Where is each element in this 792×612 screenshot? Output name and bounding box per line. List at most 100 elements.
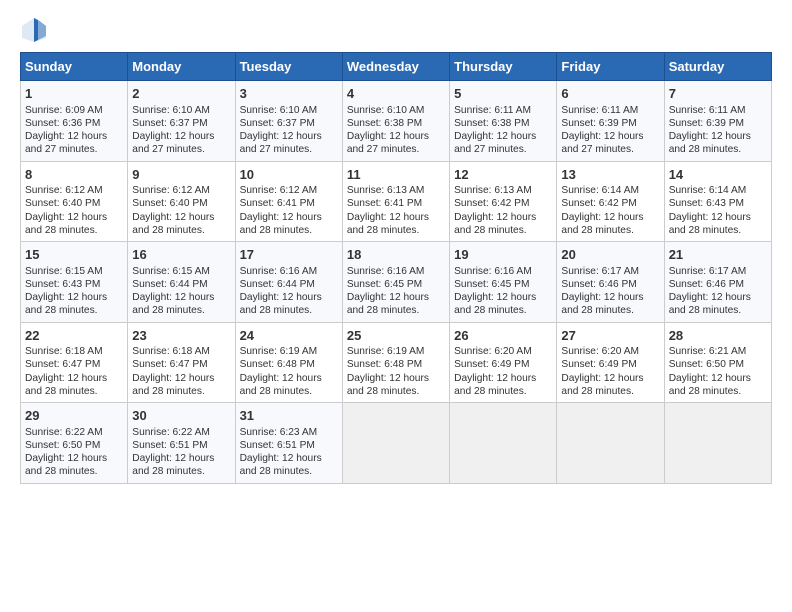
header-cell-sunday: Sunday	[21, 53, 128, 81]
cell-info: Sunrise: 6:12 AM Sunset: 6:41 PM Dayligh…	[240, 184, 338, 237]
calendar-cell: 18Sunrise: 6:16 AM Sunset: 6:45 PM Dayli…	[342, 242, 449, 323]
calendar-cell: 25Sunrise: 6:19 AM Sunset: 6:48 PM Dayli…	[342, 322, 449, 403]
day-number: 29	[25, 407, 123, 425]
day-number: 4	[347, 85, 445, 103]
calendar-cell: 6Sunrise: 6:11 AM Sunset: 6:39 PM Daylig…	[557, 81, 664, 162]
calendar-cell: 20Sunrise: 6:17 AM Sunset: 6:46 PM Dayli…	[557, 242, 664, 323]
calendar-cell: 14Sunrise: 6:14 AM Sunset: 6:43 PM Dayli…	[664, 161, 771, 242]
cell-info: Sunrise: 6:22 AM Sunset: 6:50 PM Dayligh…	[25, 426, 123, 479]
day-number: 20	[561, 246, 659, 264]
cell-info: Sunrise: 6:17 AM Sunset: 6:46 PM Dayligh…	[669, 265, 767, 318]
day-number: 16	[132, 246, 230, 264]
cell-info: Sunrise: 6:11 AM Sunset: 6:38 PM Dayligh…	[454, 104, 552, 157]
cell-info: Sunrise: 6:10 AM Sunset: 6:37 PM Dayligh…	[132, 104, 230, 157]
cell-info: Sunrise: 6:12 AM Sunset: 6:40 PM Dayligh…	[132, 184, 230, 237]
calendar-cell	[450, 403, 557, 484]
cell-info: Sunrise: 6:16 AM Sunset: 6:45 PM Dayligh…	[347, 265, 445, 318]
calendar-cell: 22Sunrise: 6:18 AM Sunset: 6:47 PM Dayli…	[21, 322, 128, 403]
calendar-cell: 24Sunrise: 6:19 AM Sunset: 6:48 PM Dayli…	[235, 322, 342, 403]
cell-info: Sunrise: 6:21 AM Sunset: 6:50 PM Dayligh…	[669, 345, 767, 398]
cell-info: Sunrise: 6:09 AM Sunset: 6:36 PM Dayligh…	[25, 104, 123, 157]
week-row-4: 22Sunrise: 6:18 AM Sunset: 6:47 PM Dayli…	[21, 322, 772, 403]
cell-info: Sunrise: 6:14 AM Sunset: 6:43 PM Dayligh…	[669, 184, 767, 237]
day-number: 19	[454, 246, 552, 264]
cell-info: Sunrise: 6:11 AM Sunset: 6:39 PM Dayligh…	[669, 104, 767, 157]
cell-info: Sunrise: 6:13 AM Sunset: 6:42 PM Dayligh…	[454, 184, 552, 237]
day-number: 5	[454, 85, 552, 103]
calendar-body: 1Sunrise: 6:09 AM Sunset: 6:36 PM Daylig…	[21, 81, 772, 484]
calendar-cell: 8Sunrise: 6:12 AM Sunset: 6:40 PM Daylig…	[21, 161, 128, 242]
day-number: 18	[347, 246, 445, 264]
day-number: 25	[347, 327, 445, 345]
calendar-cell: 1Sunrise: 6:09 AM Sunset: 6:36 PM Daylig…	[21, 81, 128, 162]
day-number: 21	[669, 246, 767, 264]
cell-info: Sunrise: 6:10 AM Sunset: 6:38 PM Dayligh…	[347, 104, 445, 157]
cell-info: Sunrise: 6:14 AM Sunset: 6:42 PM Dayligh…	[561, 184, 659, 237]
cell-info: Sunrise: 6:16 AM Sunset: 6:44 PM Dayligh…	[240, 265, 338, 318]
header-cell-friday: Friday	[557, 53, 664, 81]
calendar-cell: 26Sunrise: 6:20 AM Sunset: 6:49 PM Dayli…	[450, 322, 557, 403]
cell-info: Sunrise: 6:15 AM Sunset: 6:44 PM Dayligh…	[132, 265, 230, 318]
week-row-1: 1Sunrise: 6:09 AM Sunset: 6:36 PM Daylig…	[21, 81, 772, 162]
calendar-cell: 12Sunrise: 6:13 AM Sunset: 6:42 PM Dayli…	[450, 161, 557, 242]
header-row: SundayMondayTuesdayWednesdayThursdayFrid…	[21, 53, 772, 81]
header-cell-tuesday: Tuesday	[235, 53, 342, 81]
day-number: 17	[240, 246, 338, 264]
cell-info: Sunrise: 6:22 AM Sunset: 6:51 PM Dayligh…	[132, 426, 230, 479]
cell-info: Sunrise: 6:19 AM Sunset: 6:48 PM Dayligh…	[347, 345, 445, 398]
day-number: 31	[240, 407, 338, 425]
week-row-5: 29Sunrise: 6:22 AM Sunset: 6:50 PM Dayli…	[21, 403, 772, 484]
day-number: 6	[561, 85, 659, 103]
day-number: 26	[454, 327, 552, 345]
calendar-header: SundayMondayTuesdayWednesdayThursdayFrid…	[21, 53, 772, 81]
day-number: 22	[25, 327, 123, 345]
week-row-2: 8Sunrise: 6:12 AM Sunset: 6:40 PM Daylig…	[21, 161, 772, 242]
calendar-cell: 13Sunrise: 6:14 AM Sunset: 6:42 PM Dayli…	[557, 161, 664, 242]
cell-info: Sunrise: 6:17 AM Sunset: 6:46 PM Dayligh…	[561, 265, 659, 318]
day-number: 14	[669, 166, 767, 184]
calendar-cell: 4Sunrise: 6:10 AM Sunset: 6:38 PM Daylig…	[342, 81, 449, 162]
cell-info: Sunrise: 6:18 AM Sunset: 6:47 PM Dayligh…	[132, 345, 230, 398]
logo	[20, 16, 52, 44]
day-number: 8	[25, 166, 123, 184]
header-cell-thursday: Thursday	[450, 53, 557, 81]
day-number: 28	[669, 327, 767, 345]
day-number: 3	[240, 85, 338, 103]
day-number: 2	[132, 85, 230, 103]
cell-info: Sunrise: 6:13 AM Sunset: 6:41 PM Dayligh…	[347, 184, 445, 237]
day-number: 11	[347, 166, 445, 184]
calendar-cell: 27Sunrise: 6:20 AM Sunset: 6:49 PM Dayli…	[557, 322, 664, 403]
cell-info: Sunrise: 6:12 AM Sunset: 6:40 PM Dayligh…	[25, 184, 123, 237]
calendar-cell: 31Sunrise: 6:23 AM Sunset: 6:51 PM Dayli…	[235, 403, 342, 484]
day-number: 13	[561, 166, 659, 184]
calendar-cell: 21Sunrise: 6:17 AM Sunset: 6:46 PM Dayli…	[664, 242, 771, 323]
calendar-cell	[342, 403, 449, 484]
day-number: 10	[240, 166, 338, 184]
cell-info: Sunrise: 6:23 AM Sunset: 6:51 PM Dayligh…	[240, 426, 338, 479]
cell-info: Sunrise: 6:11 AM Sunset: 6:39 PM Dayligh…	[561, 104, 659, 157]
calendar-cell: 29Sunrise: 6:22 AM Sunset: 6:50 PM Dayli…	[21, 403, 128, 484]
day-number: 1	[25, 85, 123, 103]
calendar-table: SundayMondayTuesdayWednesdayThursdayFrid…	[20, 52, 772, 484]
calendar-cell: 9Sunrise: 6:12 AM Sunset: 6:40 PM Daylig…	[128, 161, 235, 242]
week-row-3: 15Sunrise: 6:15 AM Sunset: 6:43 PM Dayli…	[21, 242, 772, 323]
day-number: 24	[240, 327, 338, 345]
cell-info: Sunrise: 6:19 AM Sunset: 6:48 PM Dayligh…	[240, 345, 338, 398]
calendar-cell: 3Sunrise: 6:10 AM Sunset: 6:37 PM Daylig…	[235, 81, 342, 162]
cell-info: Sunrise: 6:18 AM Sunset: 6:47 PM Dayligh…	[25, 345, 123, 398]
day-number: 27	[561, 327, 659, 345]
calendar-cell: 23Sunrise: 6:18 AM Sunset: 6:47 PM Dayli…	[128, 322, 235, 403]
day-number: 12	[454, 166, 552, 184]
cell-info: Sunrise: 6:20 AM Sunset: 6:49 PM Dayligh…	[561, 345, 659, 398]
header-cell-monday: Monday	[128, 53, 235, 81]
page: SundayMondayTuesdayWednesdayThursdayFrid…	[0, 0, 792, 612]
cell-info: Sunrise: 6:10 AM Sunset: 6:37 PM Dayligh…	[240, 104, 338, 157]
day-number: 9	[132, 166, 230, 184]
calendar-cell: 11Sunrise: 6:13 AM Sunset: 6:41 PM Dayli…	[342, 161, 449, 242]
day-number: 23	[132, 327, 230, 345]
cell-info: Sunrise: 6:16 AM Sunset: 6:45 PM Dayligh…	[454, 265, 552, 318]
calendar-cell: 16Sunrise: 6:15 AM Sunset: 6:44 PM Dayli…	[128, 242, 235, 323]
calendar-cell: 2Sunrise: 6:10 AM Sunset: 6:37 PM Daylig…	[128, 81, 235, 162]
day-number: 15	[25, 246, 123, 264]
calendar-cell: 19Sunrise: 6:16 AM Sunset: 6:45 PM Dayli…	[450, 242, 557, 323]
